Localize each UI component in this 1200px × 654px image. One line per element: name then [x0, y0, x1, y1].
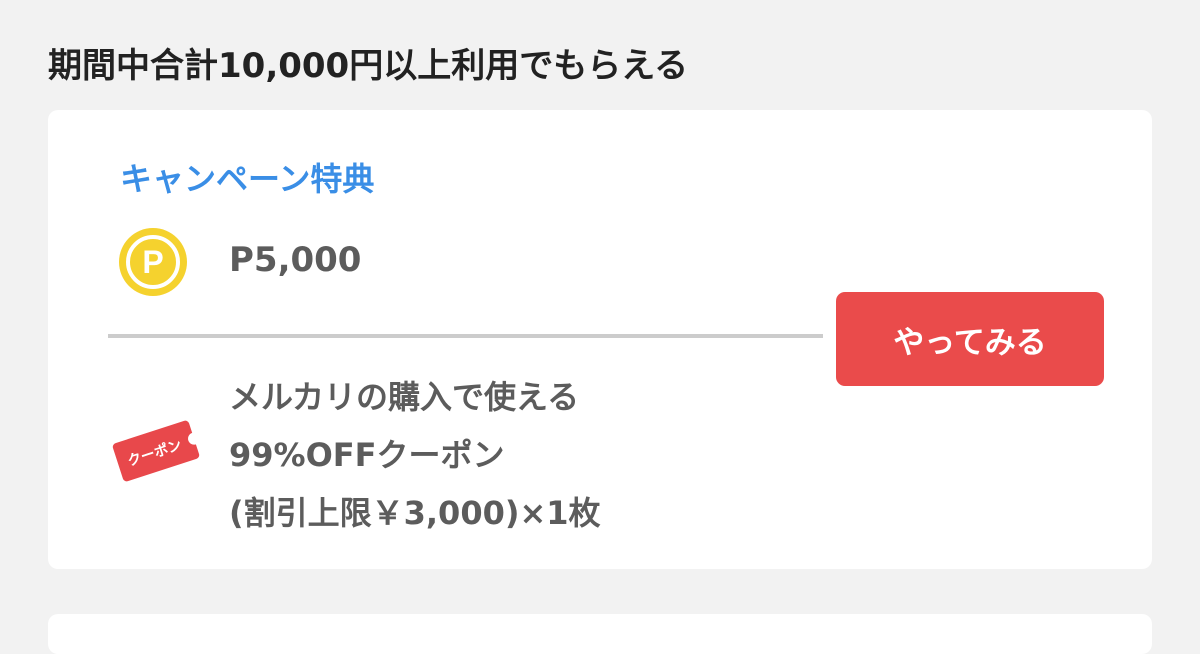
- next-card: [48, 614, 1152, 654]
- point-coin-icon: P: [119, 228, 187, 296]
- coupon-line-limit: (割引上限￥3,000)×1枚: [229, 494, 601, 532]
- coupon-line-usage: メルカリの購入で使える: [229, 378, 580, 416]
- point-amount: P5,000: [229, 240, 362, 280]
- try-button[interactable]: やってみる: [836, 292, 1104, 386]
- benefit-label: キャンペーン特典: [120, 160, 375, 198]
- point-coin-letter: P: [142, 244, 163, 280]
- divider: [108, 334, 823, 338]
- coupon-description: メルカリの購入で使える 99%OFFクーポン (割引上限￥3,000)×1枚: [229, 368, 601, 542]
- campaign-benefit-card: キャンペーン特典 P P5,000 やってみる クーポン メルカリの購入で使える…: [48, 110, 1152, 569]
- coupon-line-discount: 99%OFFクーポン: [229, 436, 505, 474]
- section-title: 期間中合計10,000円以上利用でもらえる: [48, 46, 689, 86]
- coupon-ticket-icon: クーポン: [112, 420, 201, 482]
